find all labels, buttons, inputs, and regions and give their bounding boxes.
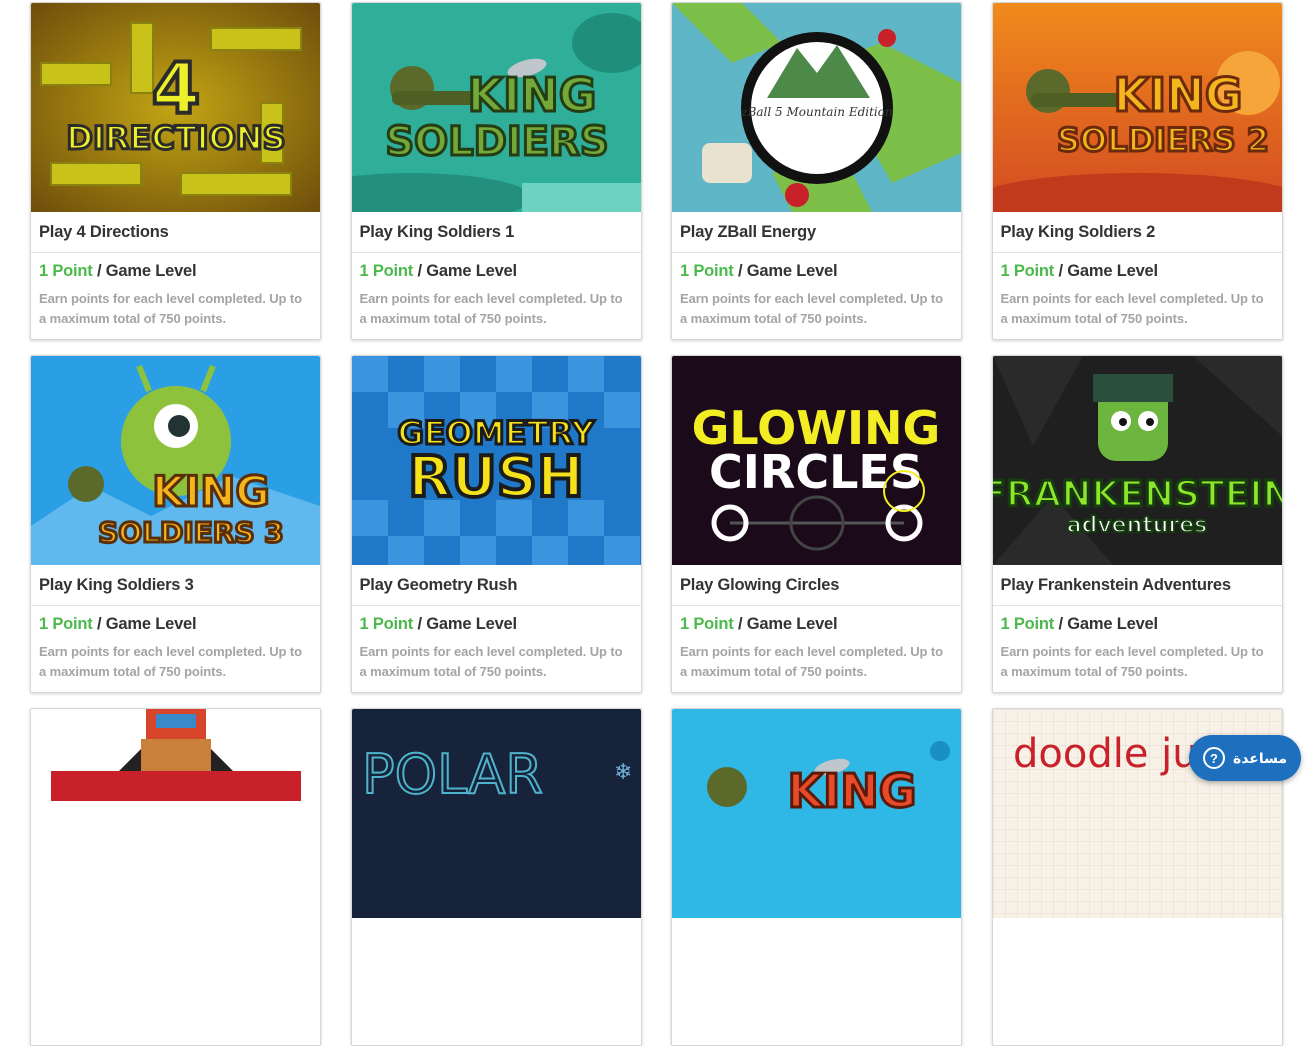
points-value: 1 Point bbox=[39, 262, 93, 280]
points-line: 1 Point / Game Level bbox=[352, 253, 641, 281]
thumb-text-main: KING bbox=[152, 467, 270, 516]
game-title[interactable]: Play King Soldiers 3 bbox=[31, 565, 320, 606]
thumb-text-sub: adventures bbox=[1066, 513, 1207, 538]
game-card[interactable]: KING SOLDIERS 2 Play King Soldiers 2 1 P… bbox=[991, 2, 1283, 340]
points-unit: / Game Level bbox=[417, 262, 518, 280]
game-title[interactable]: Play 4 Directions bbox=[31, 212, 320, 253]
game-thumbnail[interactable]: 4 DIRECTIONS bbox=[31, 3, 320, 212]
game-thumbnail[interactable]: KING SOLDIERS bbox=[351, 3, 641, 212]
thumb-text-main: FRANKENSTEIN bbox=[993, 474, 1282, 515]
thumb-text-sub: SOLDIERS 3 bbox=[98, 516, 284, 549]
game-card[interactable] bbox=[30, 708, 321, 1046]
points-value: 1 Point bbox=[359, 262, 414, 280]
points-value: 1 Point bbox=[359, 615, 414, 633]
thumb-text-main: doodle ju bbox=[1013, 731, 1198, 777]
thumb-text-main: KING bbox=[467, 68, 596, 122]
game-card[interactable]: FRANKENSTEIN adventures Play Frankenstei… bbox=[991, 355, 1283, 693]
points-line: 1 Point / Game Level bbox=[31, 606, 320, 634]
help-button[interactable]: ? مساعدة bbox=[1189, 735, 1301, 781]
game-thumbnail[interactable]: FRANKENSTEIN adventures bbox=[992, 356, 1282, 565]
thumb-text-main: zBall 5 Mountain Edition bbox=[740, 105, 892, 119]
svg-text:❄: ❄ bbox=[614, 760, 632, 785]
game-card[interactable]: 4 DIRECTIONS Play 4 Directions 1 Point /… bbox=[30, 2, 321, 340]
points-value: 1 Point bbox=[1000, 262, 1055, 280]
game-thumbnail[interactable]: KING bbox=[672, 709, 961, 918]
points-value: 1 Point bbox=[39, 615, 93, 633]
thumb-text-main: 4 bbox=[152, 48, 201, 130]
thumb-text-sub: SOLDIERS bbox=[385, 119, 608, 165]
game-description: Earn points for each level completed. Up… bbox=[1000, 291, 1264, 326]
points-value: 1 Point bbox=[680, 262, 734, 280]
points-unit: / Game Level bbox=[97, 615, 197, 633]
game-thumbnail[interactable]: GLOWING CIRCLES bbox=[672, 356, 961, 565]
thumb-text-sub: Tap to Start bbox=[775, 143, 860, 159]
points-unit: / Game Level bbox=[97, 262, 197, 280]
game-thumbnail[interactable]: GEOMETRY RUSH bbox=[351, 356, 641, 565]
points-unit: / Game Level bbox=[1058, 262, 1159, 280]
game-thumbnail[interactable]: KING SOLDIERS 3 bbox=[31, 356, 320, 565]
game-title[interactable]: Play ZBall Energy bbox=[672, 212, 961, 253]
game-thumbnail[interactable]: zBall 5 Mountain Edition Tap to Start bbox=[672, 3, 961, 212]
thumb-text-main: KING bbox=[1113, 68, 1242, 122]
game-grid: 4 DIRECTIONS Play 4 Directions 1 Point /… bbox=[30, 2, 1283, 1046]
game-description: Earn points for each level completed. Up… bbox=[39, 644, 302, 679]
game-card[interactable]: POLAR ❄ bbox=[350, 708, 642, 1046]
game-card[interactable]: KING SOLDIERS 3 Play King Soldiers 3 1 P… bbox=[30, 355, 321, 693]
game-title[interactable]: Play Glowing Circles bbox=[672, 565, 961, 606]
points-unit: / Game Level bbox=[738, 262, 838, 280]
thumb-text-main: KING bbox=[787, 764, 916, 818]
game-description: Earn points for each level completed. Up… bbox=[680, 291, 943, 326]
thumb-text-sub: SOLDIERS 2 bbox=[1056, 121, 1268, 159]
game-description: Earn points for each level completed. Up… bbox=[39, 291, 302, 326]
thumb-text-sub: DIRECTIONS bbox=[66, 119, 285, 157]
thumb-text-main: POLAR bbox=[362, 743, 543, 806]
game-card[interactable]: GLOWING CIRCLES Play Glowing Circles 1 P… bbox=[671, 355, 962, 693]
thumb-text-sub: RUSH bbox=[408, 445, 584, 510]
help-button-label: مساعدة bbox=[1232, 749, 1288, 766]
points-value: 1 Point bbox=[1000, 615, 1055, 633]
game-thumbnail[interactable]: POLAR ❄ bbox=[351, 709, 641, 918]
game-description: Earn points for each level completed. Up… bbox=[680, 644, 943, 679]
game-title[interactable]: Play Frankenstein Adventures bbox=[992, 565, 1282, 606]
game-title[interactable]: Play Geometry Rush bbox=[351, 565, 641, 606]
points-unit: / Game Level bbox=[417, 615, 518, 633]
game-card[interactable]: zBall 5 Mountain Edition Tap to Start Pl… bbox=[671, 2, 962, 340]
points-value: 1 Point bbox=[680, 615, 734, 633]
points-line: 1 Point / Game Level bbox=[31, 253, 320, 281]
game-card[interactable]: GEOMETRY RUSH Play Geometry Rush 1 Point… bbox=[350, 355, 642, 693]
game-description: Earn points for each level completed. Up… bbox=[1000, 644, 1264, 679]
game-description: Earn points for each level completed. Up… bbox=[359, 644, 623, 679]
game-description: Earn points for each level completed. Up… bbox=[359, 291, 623, 326]
game-title[interactable]: Play King Soldiers 2 bbox=[992, 212, 1282, 253]
points-unit: / Game Level bbox=[1058, 615, 1159, 633]
points-line: 1 Point / Game Level bbox=[993, 253, 1282, 281]
game-card[interactable]: KING bbox=[671, 708, 962, 1046]
game-title[interactable]: Play King Soldiers 1 bbox=[351, 212, 641, 253]
points-line: 1 Point / Game Level bbox=[672, 253, 961, 281]
game-thumbnail[interactable]: KING SOLDIERS 2 bbox=[992, 3, 1282, 212]
points-line: 1 Point / Game Level bbox=[672, 606, 961, 634]
question-circle-icon: ? bbox=[1202, 747, 1225, 769]
thumb-text-sub: CIRCLES bbox=[709, 445, 923, 499]
game-card[interactable]: KING SOLDIERS Play King Soldiers 1 1 Poi… bbox=[350, 2, 642, 340]
points-line: 1 Point / Game Level bbox=[993, 606, 1282, 634]
points-unit: / Game Level bbox=[738, 615, 838, 633]
game-thumbnail[interactable] bbox=[31, 709, 320, 918]
points-line: 1 Point / Game Level bbox=[352, 606, 641, 634]
